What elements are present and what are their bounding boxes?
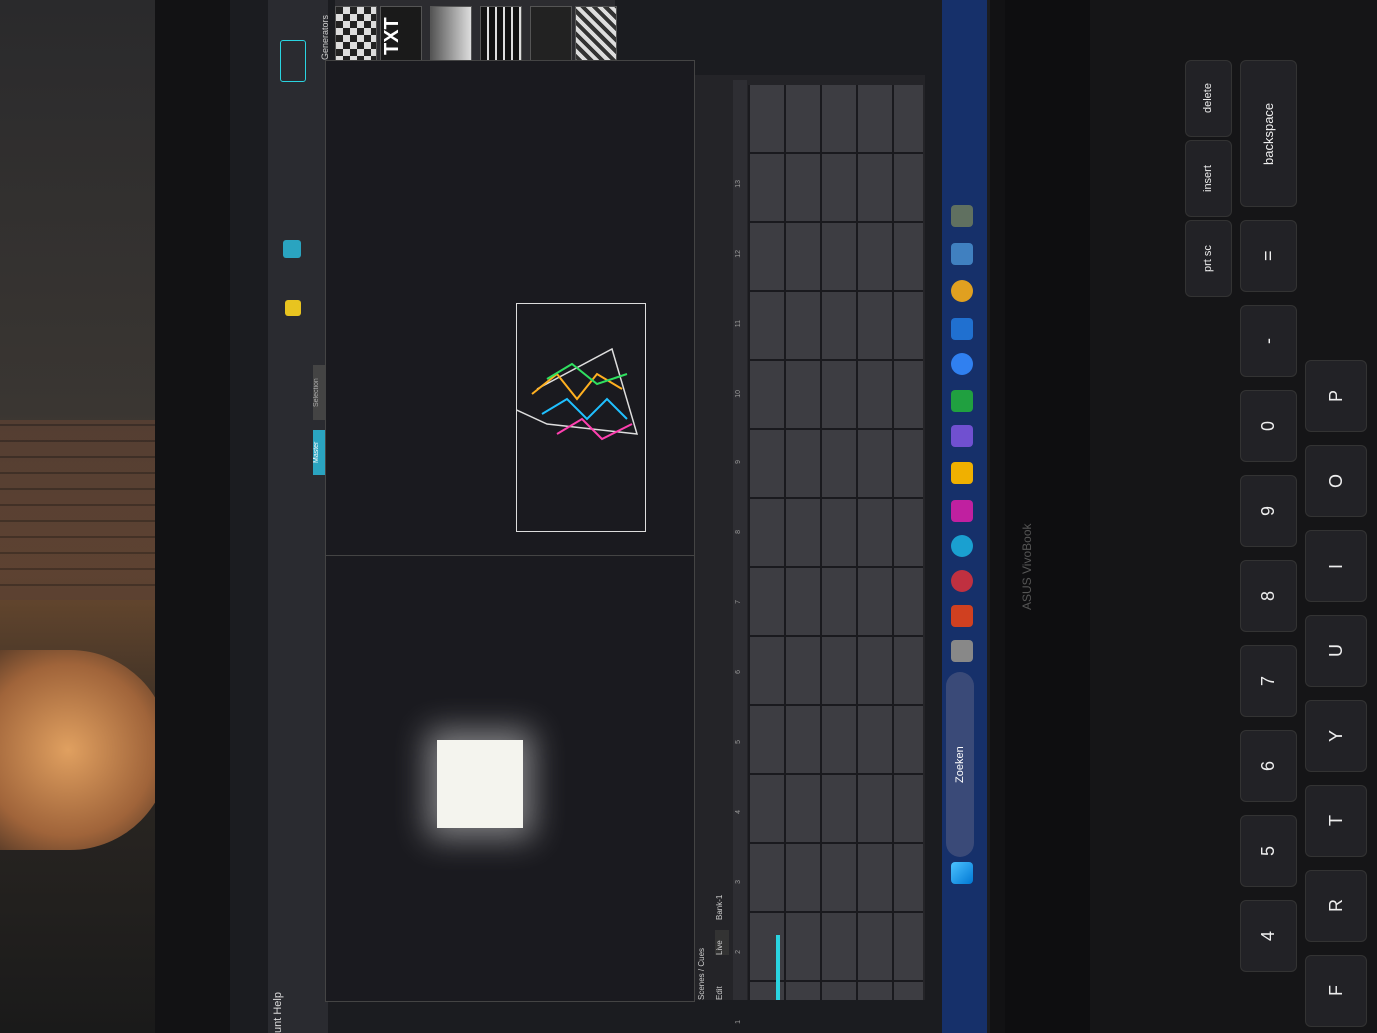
line-patterns-thumb[interactable] [480, 6, 522, 66]
key: delete [1185, 60, 1232, 137]
cue-label: 7 [735, 600, 742, 604]
stripes-thumb[interactable] [575, 6, 617, 66]
explorer-icon[interactable] [951, 640, 973, 662]
key: backspace [1240, 60, 1297, 207]
cue-label: 8 [735, 530, 742, 534]
gear-icon[interactable] [951, 243, 973, 265]
cue-label: 5 [735, 740, 742, 744]
cue-label: 3 [735, 880, 742, 884]
grid-button[interactable] [285, 300, 301, 316]
key: Y [1305, 700, 1367, 772]
key: 8 [1240, 560, 1297, 632]
projection-frame[interactable] [481, 303, 646, 532]
cue-label: 10 [735, 390, 742, 398]
key: F [1305, 955, 1367, 1027]
brick-wall [0, 420, 165, 600]
gradient-thumb[interactable] [430, 6, 472, 66]
cue-label: 6 [735, 670, 742, 674]
laptop-brand: ASUS VivoBook [1020, 523, 1034, 611]
edit-button[interactable]: Edit [715, 960, 729, 1000]
key: prt sc [1185, 220, 1232, 297]
cue-label: 4 [735, 810, 742, 814]
mode-button[interactable] [283, 240, 301, 258]
live-button[interactable]: Live [715, 930, 729, 955]
active-cue-indicator [776, 935, 780, 1000]
cue-column-labels: 1 2 3 4 5 6 7 8 9 10 11 12 13 [735, 80, 747, 1024]
key: insert [1185, 140, 1232, 217]
app-icon[interactable] [951, 353, 973, 375]
cue-label: 1 [735, 1020, 742, 1024]
search-input[interactable]: Zoeken [946, 672, 974, 857]
text-generator-thumb[interactable]: TXT [380, 6, 422, 66]
keyboard: 4 5 6 7 8 9 0 - = backspace delete inser… [1090, 0, 1377, 1033]
key: I [1305, 530, 1367, 602]
opera-icon[interactable] [951, 570, 973, 592]
key: P [1305, 360, 1367, 432]
cue-grid[interactable] [748, 85, 923, 1000]
key: 5 [1240, 815, 1297, 887]
xd-icon[interactable] [951, 500, 973, 522]
key: U [1305, 615, 1367, 687]
key: 6 [1240, 730, 1297, 802]
key: 4 [1240, 900, 1297, 972]
cue-label: 12 [735, 250, 742, 258]
checker-thumb[interactable] [335, 6, 377, 66]
cue-label: 13 [735, 180, 742, 188]
key: - [1240, 305, 1297, 377]
edge-icon[interactable] [951, 535, 973, 557]
scenes-cues-label[interactable]: Scenes / Cues [697, 920, 711, 1000]
folder-icon[interactable] [951, 462, 973, 484]
chrome-icon[interactable] [951, 280, 973, 302]
white-light-square [437, 740, 523, 828]
key: O [1305, 445, 1367, 517]
menu-bar[interactable]: unt Help [272, 990, 294, 1033]
cue-label: 9 [735, 460, 742, 464]
start-icon[interactable] [951, 862, 973, 884]
chat-icon[interactable] [951, 318, 973, 340]
layout-button[interactable] [280, 40, 306, 82]
bank-selector[interactable]: Bank-1 [715, 880, 729, 920]
tool-sidebar [268, 0, 328, 1033]
cue-label: 11 [735, 320, 742, 328]
key: 9 [1240, 475, 1297, 547]
teams-icon[interactable] [951, 425, 973, 447]
key: = [1240, 220, 1297, 292]
key: T [1305, 785, 1367, 857]
generators-label: Generators [320, 14, 330, 60]
neon-artwork [481, 347, 639, 441]
cue-label: 2 [735, 950, 742, 954]
key: R [1305, 870, 1367, 942]
key: 0 [1240, 390, 1297, 462]
app-icon[interactable] [951, 205, 973, 227]
acrobat-icon[interactable] [951, 605, 973, 627]
minecraft-icon[interactable] [951, 390, 973, 412]
generator-thumb[interactable] [530, 6, 572, 66]
key: 7 [1240, 645, 1297, 717]
